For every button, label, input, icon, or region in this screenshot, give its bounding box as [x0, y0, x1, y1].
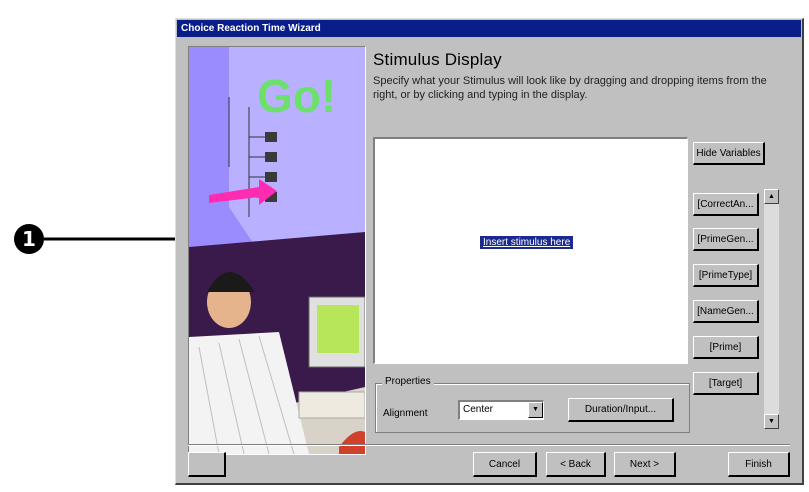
wizard-dialog: Choice Reaction Time Wizard Go! Stimulus…	[175, 18, 804, 485]
finish-button[interactable]: Finish	[728, 452, 790, 477]
stimulus-display-area[interactable]: Insert stimulus here	[373, 137, 688, 364]
page-heading: Stimulus Display	[373, 50, 502, 69]
svg-text:Go!: Go!	[257, 70, 336, 122]
instructions-text: Specify what your Stimulus will look lik…	[373, 75, 767, 101]
dropdown-arrow-icon[interactable]: ▼	[528, 402, 543, 418]
alignment-value: Center	[463, 404, 494, 415]
hide-variables-button[interactable]: Hide Variables	[693, 142, 765, 165]
back-button[interactable]: < Back	[546, 452, 606, 477]
variable-name-gen-button[interactable]: [NameGen...	[693, 300, 759, 323]
alignment-select[interactable]: Center ▼	[458, 400, 544, 420]
variable-prime-gen-button[interactable]: [PrimeGen...	[693, 228, 759, 251]
scroll-up-arrow-icon[interactable]: ▲	[764, 189, 779, 204]
footer-separator	[188, 444, 790, 446]
variables-scrollbar[interactable]: ▲ ▼	[764, 189, 779, 429]
variable-correct-answer-button[interactable]: [CorrectAn...	[693, 193, 759, 216]
variable-target-button[interactable]: [Target]	[693, 372, 759, 395]
variable-prime-type-button[interactable]: [PrimeType]	[693, 264, 759, 287]
scroll-down-arrow-icon[interactable]: ▼	[764, 414, 779, 429]
alignment-label: Alignment	[383, 408, 428, 419]
blank-button[interactable]	[188, 452, 226, 477]
window-title: Choice Reaction Time Wizard	[177, 20, 801, 37]
variable-prime-button[interactable]: [Prime]	[693, 336, 759, 359]
duration-input-button[interactable]: Duration/Input...	[568, 398, 674, 422]
next-button[interactable]: Next >	[614, 452, 676, 477]
stimulus-placeholder[interactable]: Insert stimulus here	[480, 236, 574, 249]
cancel-button[interactable]: Cancel	[473, 452, 537, 477]
wizard-illustration: Go!	[188, 46, 366, 455]
properties-group-label: Properties	[382, 376, 434, 387]
